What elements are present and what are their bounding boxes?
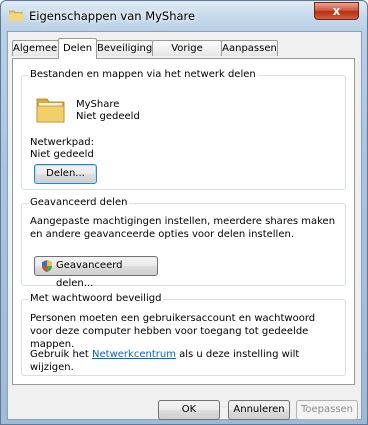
- advanced-sharing-button-label: Geavanceerd delen...: [56, 260, 123, 289]
- network-center-prefix: Gebruik het: [30, 349, 89, 360]
- dialog-body: Algemeen Delen Beveiliging Vorige versie…: [7, 31, 362, 420]
- tab-aanpassen[interactable]: Aanpassen: [221, 40, 278, 56]
- password-protection-title: Met wachtwoord beveiligd: [28, 293, 164, 304]
- window-title: Eigenschappen van MyShare: [29, 9, 196, 23]
- ok-button[interactable]: OK: [158, 400, 220, 420]
- advanced-sharing-title: Geavanceerd delen: [28, 197, 130, 208]
- advanced-sharing-description: Aangepaste machtigingen instellen, meerd…: [30, 216, 336, 240]
- tab-vorige-versies[interactable]: Vorige versies: [152, 40, 222, 69]
- advanced-sharing-button[interactable]: Geavanceerd delen...: [34, 256, 158, 289]
- tab-delen[interactable]: Delen: [58, 38, 97, 59]
- close-button[interactable]: x: [314, 2, 359, 20]
- share-button[interactable]: Delen...: [34, 164, 97, 184]
- network-sharing-title: Bestanden en mappen via het netwerk dele…: [28, 69, 258, 80]
- folder-icon: [8, 10, 24, 22]
- close-icon: x: [332, 4, 341, 18]
- title-bar[interactable]: Eigenschappen van MyShare x: [1, 1, 367, 31]
- network-center-sentence: Gebruik het Netwerkcentrum als u deze in…: [30, 348, 345, 374]
- advanced-sharing-group: Geavanceerd delen Aangepaste machtiginge…: [21, 197, 346, 289]
- cancel-button[interactable]: Annuleren: [228, 400, 290, 420]
- shared-folder-icon: [36, 96, 66, 124]
- password-protection-group: Met wachtwoord beveiligd Personen moeten…: [21, 293, 346, 376]
- network-center-link[interactable]: Netwerkcentrum: [92, 349, 176, 360]
- properties-window: Eigenschappen van MyShare x Algemeen Del…: [0, 0, 368, 425]
- tab-panel-delen: Bestanden en mappen via het netwerk dele…: [12, 58, 355, 385]
- password-protection-description: Personen moeten een gebruikersaccount en…: [30, 313, 316, 350]
- tab-beveiliging[interactable]: Beveiliging: [96, 40, 153, 56]
- network-sharing-group: Bestanden en mappen via het netwerk dele…: [21, 69, 346, 190]
- tab-algemeen[interactable]: Algemeen: [12, 40, 64, 56]
- apply-button[interactable]: Toepassen: [296, 400, 358, 420]
- folder-status: Niet gedeeld: [76, 111, 140, 122]
- security-shield-icon: [41, 260, 53, 272]
- network-path-value: Niet gedeeld: [30, 149, 94, 160]
